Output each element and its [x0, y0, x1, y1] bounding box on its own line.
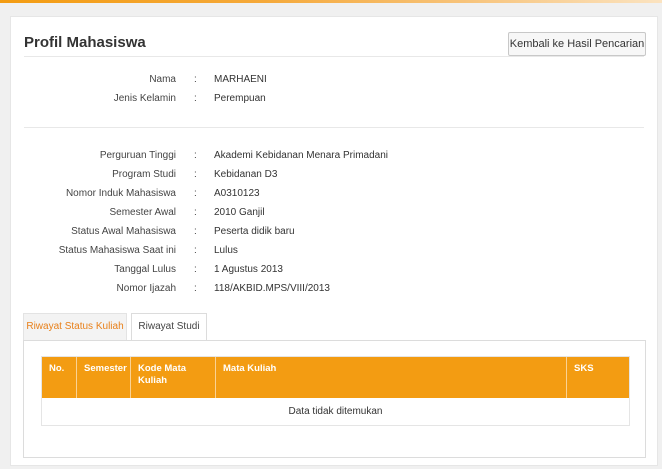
info-label: Nama — [149, 74, 176, 85]
info-label: Nomor Ijazah — [116, 283, 176, 294]
info-separator: : — [194, 150, 197, 161]
section-divider — [24, 127, 644, 128]
page-title: Profil Mahasiswa — [24, 34, 146, 51]
info-value: 2010 Ganjil — [214, 207, 265, 218]
info-value: Akademi Kebidanan Menara Primadani — [214, 150, 388, 161]
column-header-no: No. — [42, 357, 77, 398]
info-label: Tanggal Lulus — [114, 264, 176, 275]
column-header-course-code: Kode Mata Kuliah — [131, 357, 216, 398]
info-separator: : — [194, 169, 197, 180]
info-label: Nomor Induk Mahasiswa — [65, 188, 176, 199]
info-value: 118/AKBID.MPS/VIII/2013 — [214, 283, 330, 294]
info-value: MARHAENI — [214, 74, 267, 85]
info-label: Status Mahasiswa Saat ini — [58, 245, 176, 256]
table-header: No. Semester Kode Mata Kuliah Mata Kulia… — [42, 357, 629, 398]
tab-panel: No. Semester Kode Mata Kuliah Mata Kulia… — [23, 340, 646, 458]
info-label: Perguruan Tinggi — [99, 150, 176, 161]
info-separator: : — [194, 226, 197, 237]
column-header-course-name: Mata Kuliah — [216, 357, 567, 398]
info-separator: : — [194, 264, 197, 275]
info-label: Program Studi — [112, 169, 176, 180]
profile-card: Profil Mahasiswa Kembali ke Hasil Pencar… — [10, 16, 658, 466]
info-value: Kebidanan D3 — [214, 169, 278, 180]
info-label: Status Awal Mahasiswa — [71, 226, 176, 237]
tab-riwayat-status-kuliah[interactable]: Riwayat Status Kuliah — [23, 313, 127, 341]
info-label: Semester Awal — [109, 207, 176, 218]
info-separator: : — [194, 188, 197, 199]
info-separator: : — [194, 283, 197, 294]
info-label: Jenis Kelamin — [113, 93, 176, 104]
info-separator: : — [194, 93, 197, 104]
column-header-semester: Semester — [77, 357, 131, 398]
info-value: 1 Agustus 2013 — [214, 264, 283, 275]
info-value: Peserta didik baru — [214, 226, 295, 237]
study-history-table: No. Semester Kode Mata Kuliah Mata Kulia… — [41, 356, 630, 426]
column-header-credits: SKS — [574, 363, 594, 374]
info-value: Lulus — [214, 245, 238, 256]
tab-riwayat-studi[interactable]: Riwayat Studi — [131, 313, 207, 341]
title-divider — [24, 56, 644, 57]
info-separator: : — [194, 74, 197, 85]
info-value: A0310123 — [214, 188, 260, 199]
info-value: Perempuan — [214, 93, 266, 104]
table-empty-message: Data tidak ditemukan — [288, 406, 383, 417]
info-separator: : — [194, 245, 197, 256]
top-accent-bar — [0, 0, 662, 3]
back-to-search-results-button[interactable]: Kembali ke Hasil Pencarian — [508, 32, 646, 56]
info-separator: : — [194, 207, 197, 218]
